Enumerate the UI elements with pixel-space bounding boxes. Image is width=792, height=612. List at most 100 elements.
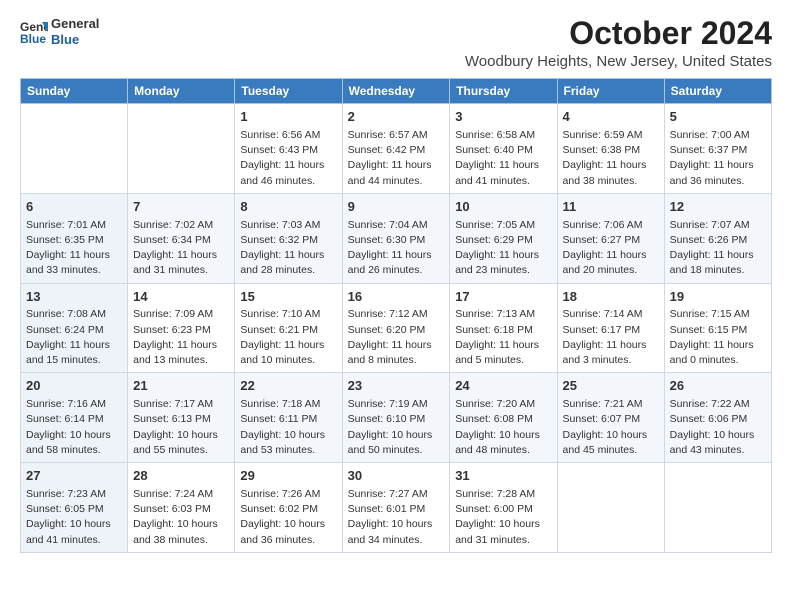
day-number: 25	[563, 377, 659, 396]
day-number: 14	[133, 288, 229, 307]
day-number: 11	[563, 198, 659, 217]
cell-info: Sunrise: 7:07 AM Sunset: 6:26 PM Dayligh…	[670, 218, 766, 279]
month-title: October 2024	[465, 16, 772, 51]
calendar-cell: 11Sunrise: 7:06 AM Sunset: 6:27 PM Dayli…	[557, 193, 664, 283]
day-number: 31	[455, 467, 551, 486]
day-number: 4	[563, 108, 659, 127]
day-number: 2	[348, 108, 445, 127]
cell-info: Sunrise: 7:21 AM Sunset: 6:07 PM Dayligh…	[563, 397, 659, 458]
calendar-cell: 22Sunrise: 7:18 AM Sunset: 6:11 PM Dayli…	[235, 373, 342, 463]
day-header-saturday: Saturday	[664, 79, 771, 104]
cell-info: Sunrise: 7:14 AM Sunset: 6:17 PM Dayligh…	[563, 307, 659, 368]
calendar-week-row: 27Sunrise: 7:23 AM Sunset: 6:05 PM Dayli…	[21, 463, 772, 553]
cell-info: Sunrise: 7:24 AM Sunset: 6:03 PM Dayligh…	[133, 487, 229, 548]
calendar-cell: 29Sunrise: 7:26 AM Sunset: 6:02 PM Dayli…	[235, 463, 342, 553]
cell-info: Sunrise: 7:17 AM Sunset: 6:13 PM Dayligh…	[133, 397, 229, 458]
svg-text:Blue: Blue	[20, 32, 46, 46]
calendar-cell: 20Sunrise: 7:16 AM Sunset: 6:14 PM Dayli…	[21, 373, 128, 463]
calendar-cell: 21Sunrise: 7:17 AM Sunset: 6:13 PM Dayli…	[128, 373, 235, 463]
calendar-cell: 14Sunrise: 7:09 AM Sunset: 6:23 PM Dayli…	[128, 283, 235, 373]
calendar-cell: 12Sunrise: 7:07 AM Sunset: 6:26 PM Dayli…	[664, 193, 771, 283]
cell-info: Sunrise: 7:27 AM Sunset: 6:01 PM Dayligh…	[348, 487, 445, 548]
day-number: 26	[670, 377, 766, 396]
calendar-cell: 10Sunrise: 7:05 AM Sunset: 6:29 PM Dayli…	[450, 193, 557, 283]
cell-info: Sunrise: 7:22 AM Sunset: 6:06 PM Dayligh…	[670, 397, 766, 458]
calendar-cell: 16Sunrise: 7:12 AM Sunset: 6:20 PM Dayli…	[342, 283, 450, 373]
calendar-week-row: 1Sunrise: 6:56 AM Sunset: 6:43 PM Daylig…	[21, 104, 772, 194]
calendar-cell: 15Sunrise: 7:10 AM Sunset: 6:21 PM Dayli…	[235, 283, 342, 373]
title-block: October 2024 Woodbury Heights, New Jerse…	[465, 16, 772, 70]
cell-info: Sunrise: 7:03 AM Sunset: 6:32 PM Dayligh…	[240, 218, 336, 279]
calendar-cell: 27Sunrise: 7:23 AM Sunset: 6:05 PM Dayli…	[21, 463, 128, 553]
logo-line2: Blue	[51, 32, 99, 48]
cell-info: Sunrise: 7:19 AM Sunset: 6:10 PM Dayligh…	[348, 397, 445, 458]
day-number: 18	[563, 288, 659, 307]
day-number: 22	[240, 377, 336, 396]
calendar-header-row: SundayMondayTuesdayWednesdayThursdayFrid…	[21, 79, 772, 104]
cell-info: Sunrise: 7:16 AM Sunset: 6:14 PM Dayligh…	[26, 397, 122, 458]
cell-info: Sunrise: 7:10 AM Sunset: 6:21 PM Dayligh…	[240, 307, 336, 368]
calendar-cell: 24Sunrise: 7:20 AM Sunset: 6:08 PM Dayli…	[450, 373, 557, 463]
page-header: General Blue General Blue October 2024 W…	[20, 16, 772, 70]
day-header-tuesday: Tuesday	[235, 79, 342, 104]
day-number: 3	[455, 108, 551, 127]
cell-info: Sunrise: 7:09 AM Sunset: 6:23 PM Dayligh…	[133, 307, 229, 368]
calendar-cell: 18Sunrise: 7:14 AM Sunset: 6:17 PM Dayli…	[557, 283, 664, 373]
day-number: 13	[26, 288, 122, 307]
day-header-monday: Monday	[128, 79, 235, 104]
day-header-sunday: Sunday	[21, 79, 128, 104]
day-number: 6	[26, 198, 122, 217]
cell-info: Sunrise: 7:26 AM Sunset: 6:02 PM Dayligh…	[240, 487, 336, 548]
calendar-cell: 25Sunrise: 7:21 AM Sunset: 6:07 PM Dayli…	[557, 373, 664, 463]
day-number: 5	[670, 108, 766, 127]
cell-info: Sunrise: 7:20 AM Sunset: 6:08 PM Dayligh…	[455, 397, 551, 458]
day-header-friday: Friday	[557, 79, 664, 104]
location-title: Woodbury Heights, New Jersey, United Sta…	[465, 53, 772, 70]
cell-info: Sunrise: 6:56 AM Sunset: 6:43 PM Dayligh…	[240, 128, 336, 189]
day-number: 12	[670, 198, 766, 217]
calendar-cell: 31Sunrise: 7:28 AM Sunset: 6:00 PM Dayli…	[450, 463, 557, 553]
cell-info: Sunrise: 7:04 AM Sunset: 6:30 PM Dayligh…	[348, 218, 445, 279]
calendar-cell: 19Sunrise: 7:15 AM Sunset: 6:15 PM Dayli…	[664, 283, 771, 373]
calendar-cell	[557, 463, 664, 553]
cell-info: Sunrise: 6:59 AM Sunset: 6:38 PM Dayligh…	[563, 128, 659, 189]
logo: General Blue General Blue	[20, 16, 99, 47]
day-number: 21	[133, 377, 229, 396]
logo-icon: General Blue	[20, 18, 48, 46]
cell-info: Sunrise: 7:02 AM Sunset: 6:34 PM Dayligh…	[133, 218, 229, 279]
calendar-cell: 17Sunrise: 7:13 AM Sunset: 6:18 PM Dayli…	[450, 283, 557, 373]
day-number: 29	[240, 467, 336, 486]
calendar-cell: 4Sunrise: 6:59 AM Sunset: 6:38 PM Daylig…	[557, 104, 664, 194]
cell-info: Sunrise: 6:57 AM Sunset: 6:42 PM Dayligh…	[348, 128, 445, 189]
day-number: 10	[455, 198, 551, 217]
calendar-cell: 8Sunrise: 7:03 AM Sunset: 6:32 PM Daylig…	[235, 193, 342, 283]
day-number: 23	[348, 377, 445, 396]
day-number: 16	[348, 288, 445, 307]
day-number: 19	[670, 288, 766, 307]
cell-info: Sunrise: 7:08 AM Sunset: 6:24 PM Dayligh…	[26, 307, 122, 368]
day-number: 9	[348, 198, 445, 217]
calendar-cell: 23Sunrise: 7:19 AM Sunset: 6:10 PM Dayli…	[342, 373, 450, 463]
calendar-cell: 5Sunrise: 7:00 AM Sunset: 6:37 PM Daylig…	[664, 104, 771, 194]
calendar-cell	[21, 104, 128, 194]
calendar-cell: 3Sunrise: 6:58 AM Sunset: 6:40 PM Daylig…	[450, 104, 557, 194]
cell-info: Sunrise: 6:58 AM Sunset: 6:40 PM Dayligh…	[455, 128, 551, 189]
cell-info: Sunrise: 7:06 AM Sunset: 6:27 PM Dayligh…	[563, 218, 659, 279]
cell-info: Sunrise: 7:15 AM Sunset: 6:15 PM Dayligh…	[670, 307, 766, 368]
cell-info: Sunrise: 7:13 AM Sunset: 6:18 PM Dayligh…	[455, 307, 551, 368]
day-number: 27	[26, 467, 122, 486]
day-number: 24	[455, 377, 551, 396]
day-number: 17	[455, 288, 551, 307]
calendar-table: SundayMondayTuesdayWednesdayThursdayFrid…	[20, 78, 772, 553]
day-number: 20	[26, 377, 122, 396]
day-number: 15	[240, 288, 336, 307]
cell-info: Sunrise: 7:23 AM Sunset: 6:05 PM Dayligh…	[26, 487, 122, 548]
day-number: 30	[348, 467, 445, 486]
calendar-cell: 1Sunrise: 6:56 AM Sunset: 6:43 PM Daylig…	[235, 104, 342, 194]
calendar-cell: 26Sunrise: 7:22 AM Sunset: 6:06 PM Dayli…	[664, 373, 771, 463]
cell-info: Sunrise: 7:01 AM Sunset: 6:35 PM Dayligh…	[26, 218, 122, 279]
calendar-cell: 28Sunrise: 7:24 AM Sunset: 6:03 PM Dayli…	[128, 463, 235, 553]
calendar-week-row: 13Sunrise: 7:08 AM Sunset: 6:24 PM Dayli…	[21, 283, 772, 373]
calendar-cell: 30Sunrise: 7:27 AM Sunset: 6:01 PM Dayli…	[342, 463, 450, 553]
calendar-cell: 9Sunrise: 7:04 AM Sunset: 6:30 PM Daylig…	[342, 193, 450, 283]
